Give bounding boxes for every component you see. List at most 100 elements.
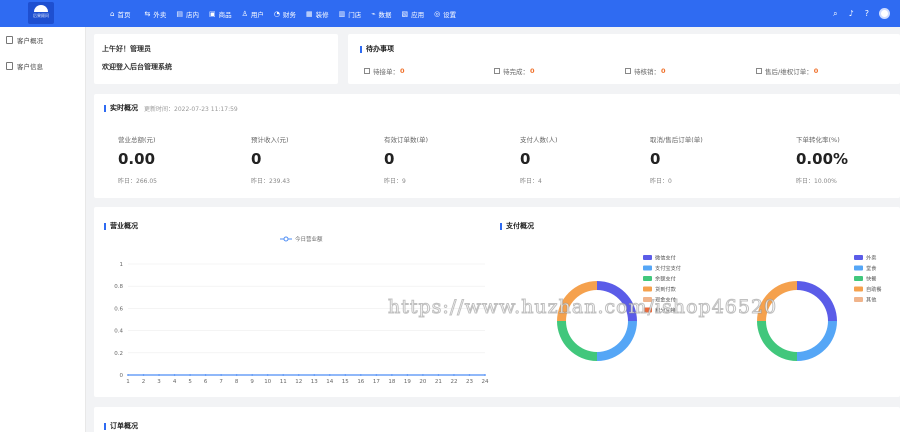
legend-label: 微信支付 bbox=[655, 254, 676, 262]
legend-swatch bbox=[854, 255, 863, 260]
metric-label: 营业总额(元) bbox=[118, 136, 156, 144]
y-tick-label: 0.2 bbox=[114, 351, 123, 357]
data-point bbox=[220, 374, 223, 376]
nav-item-6[interactable]: ▦ 装修 bbox=[306, 0, 329, 27]
nav-item-label: 数据 bbox=[378, 10, 392, 19]
data-point bbox=[375, 374, 378, 376]
legend-swatch bbox=[854, 297, 863, 302]
todo-title-text: 待办事项 bbox=[366, 45, 394, 53]
nav-item-4[interactable]: ♙ 用户 bbox=[242, 0, 264, 27]
legend-label: 今日营业额 bbox=[295, 235, 323, 243]
todo-item[interactable]: 待核销： 0 bbox=[625, 66, 666, 76]
document-icon bbox=[6, 36, 13, 44]
x-tick-label: 22 bbox=[450, 379, 457, 385]
todo-count: 0 bbox=[400, 67, 405, 75]
data-point bbox=[173, 374, 176, 376]
avatar[interactable] bbox=[879, 8, 890, 19]
orders-overview-card: 订单概况 bbox=[94, 407, 900, 432]
legend-label: 货到付款 bbox=[655, 285, 677, 293]
metric-label: 取消/售后订单(单) bbox=[650, 136, 703, 144]
metric-card: 营业总额(元) 0.00 昨日：266.05 bbox=[118, 134, 238, 185]
document-icon bbox=[6, 62, 13, 70]
brand-logo[interactable]: 后果顾问 bbox=[28, 2, 54, 24]
y-tick-label: 0.6 bbox=[114, 306, 123, 312]
x-tick-label: 13 bbox=[311, 379, 318, 385]
update-time: 更新时间：2022-07-23 11:17:59 bbox=[144, 105, 238, 113]
header-tools: ⌕ ♪ ? bbox=[822, 0, 890, 27]
x-tick-label: 18 bbox=[388, 379, 395, 385]
help-icon[interactable]: ? bbox=[865, 9, 869, 18]
nav-item-8[interactable]: ⌁ 数据 bbox=[371, 0, 391, 27]
data-point bbox=[484, 374, 486, 376]
nav-item-label: 商品 bbox=[218, 10, 232, 19]
metric-value: 0 bbox=[520, 150, 531, 168]
todo-item[interactable]: 待完成： 0 bbox=[494, 66, 535, 76]
x-tick-label: 1 bbox=[126, 379, 130, 385]
legend-swatch bbox=[854, 276, 863, 281]
legend-marker bbox=[283, 236, 289, 242]
legend-label: 支付宝支付 bbox=[655, 264, 681, 272]
metric-yesterday: 昨日：0 bbox=[650, 178, 672, 185]
x-tick-label: 3 bbox=[157, 379, 161, 385]
realtime-title: 实时概况 更新时间：2022-07-23 11:17:59 bbox=[104, 103, 890, 113]
todo-item[interactable]: 售后/维权订单： 0 bbox=[756, 66, 818, 76]
nav-item-10[interactable]: ◎ 设置 bbox=[434, 0, 456, 27]
metric-label: 下单转化率(%) bbox=[796, 136, 840, 144]
notification-bell-icon[interactable]: ♪ bbox=[849, 9, 854, 18]
metric-label: 预计收入(元) bbox=[251, 136, 289, 144]
metric-card: 有效订单数(单) 0 昨日：9 bbox=[384, 134, 504, 185]
metric-yesterday: 昨日：239.43 bbox=[251, 178, 290, 185]
pie-slice bbox=[557, 321, 597, 361]
y-tick-label: 0 bbox=[120, 373, 124, 379]
nav-item-label: 首页 bbox=[117, 10, 131, 19]
nav-item-label: 店内 bbox=[185, 10, 199, 19]
user-icon: ♙ bbox=[241, 9, 248, 18]
data-point bbox=[297, 374, 300, 376]
todo-item[interactable]: 待接单： 0 bbox=[364, 66, 405, 76]
metric-card: 取消/售后订单(单) 0 昨日：0 bbox=[650, 134, 770, 185]
watermark-text: https://www.huzhan.com/ishop46520 bbox=[387, 296, 778, 319]
nav-item-7[interactable]: ▥ 门店 bbox=[339, 0, 362, 27]
logo-text: 后果顾问 bbox=[33, 13, 49, 18]
list-icon bbox=[364, 68, 370, 74]
takeout-icon: ⇆ bbox=[144, 9, 151, 18]
pie-slice bbox=[757, 321, 797, 361]
pie-slice bbox=[797, 321, 837, 361]
nav-item-label: 门店 bbox=[348, 10, 362, 19]
x-tick-label: 24 bbox=[482, 379, 489, 385]
nav-item-2[interactable]: ▤ 店内 bbox=[176, 0, 199, 27]
x-tick-label: 15 bbox=[342, 379, 349, 385]
x-tick-label: 16 bbox=[357, 379, 364, 385]
legend-label: 其他 bbox=[866, 296, 876, 304]
metric-value: 0 bbox=[251, 150, 262, 168]
data-point bbox=[437, 374, 440, 376]
finance-icon: ◔ bbox=[273, 9, 280, 18]
nav-item-label: 应用 bbox=[411, 10, 425, 19]
decor-icon: ▦ bbox=[305, 9, 313, 18]
nav-item-1[interactable]: ⇆ 外卖 bbox=[144, 0, 166, 27]
metric-value: 0 bbox=[650, 150, 661, 168]
x-tick-label: 7 bbox=[219, 379, 223, 385]
data-point bbox=[189, 374, 191, 376]
legend-label: 自助餐 bbox=[866, 285, 882, 293]
x-tick-label: 8 bbox=[235, 379, 239, 385]
data-point bbox=[344, 374, 347, 376]
nav-item-3[interactable]: ▣ 商品 bbox=[209, 0, 232, 27]
nav-item-5[interactable]: ◔ 财务 bbox=[274, 0, 296, 27]
sidebar-item-customer-overview[interactable]: 客户概况 bbox=[0, 27, 85, 53]
nav-item-0[interactable]: ⌂ 首页 bbox=[110, 0, 130, 27]
data-point bbox=[204, 374, 207, 376]
shop-icon: ▥ bbox=[338, 9, 346, 18]
legend-swatch bbox=[643, 255, 652, 260]
data-point bbox=[282, 374, 285, 376]
nav-item-9[interactable]: ▧ 应用 bbox=[401, 0, 424, 27]
x-tick-label: 21 bbox=[435, 379, 442, 385]
x-tick-label: 14 bbox=[326, 379, 333, 385]
metric-label: 支付人数(人) bbox=[520, 136, 558, 144]
todo-card: 待办事项 待接单： 0 待完成： 0 待核销： 0 售后/维权订单： 0 bbox=[348, 34, 900, 84]
sidebar-item-customer-info[interactable]: 客户信息 bbox=[0, 53, 85, 79]
data-point bbox=[313, 374, 316, 376]
metric-card: 支付人数(人) 0 昨日：4 bbox=[520, 134, 640, 185]
legend-swatch bbox=[643, 286, 652, 292]
search-icon[interactable]: ⌕ bbox=[833, 9, 837, 19]
